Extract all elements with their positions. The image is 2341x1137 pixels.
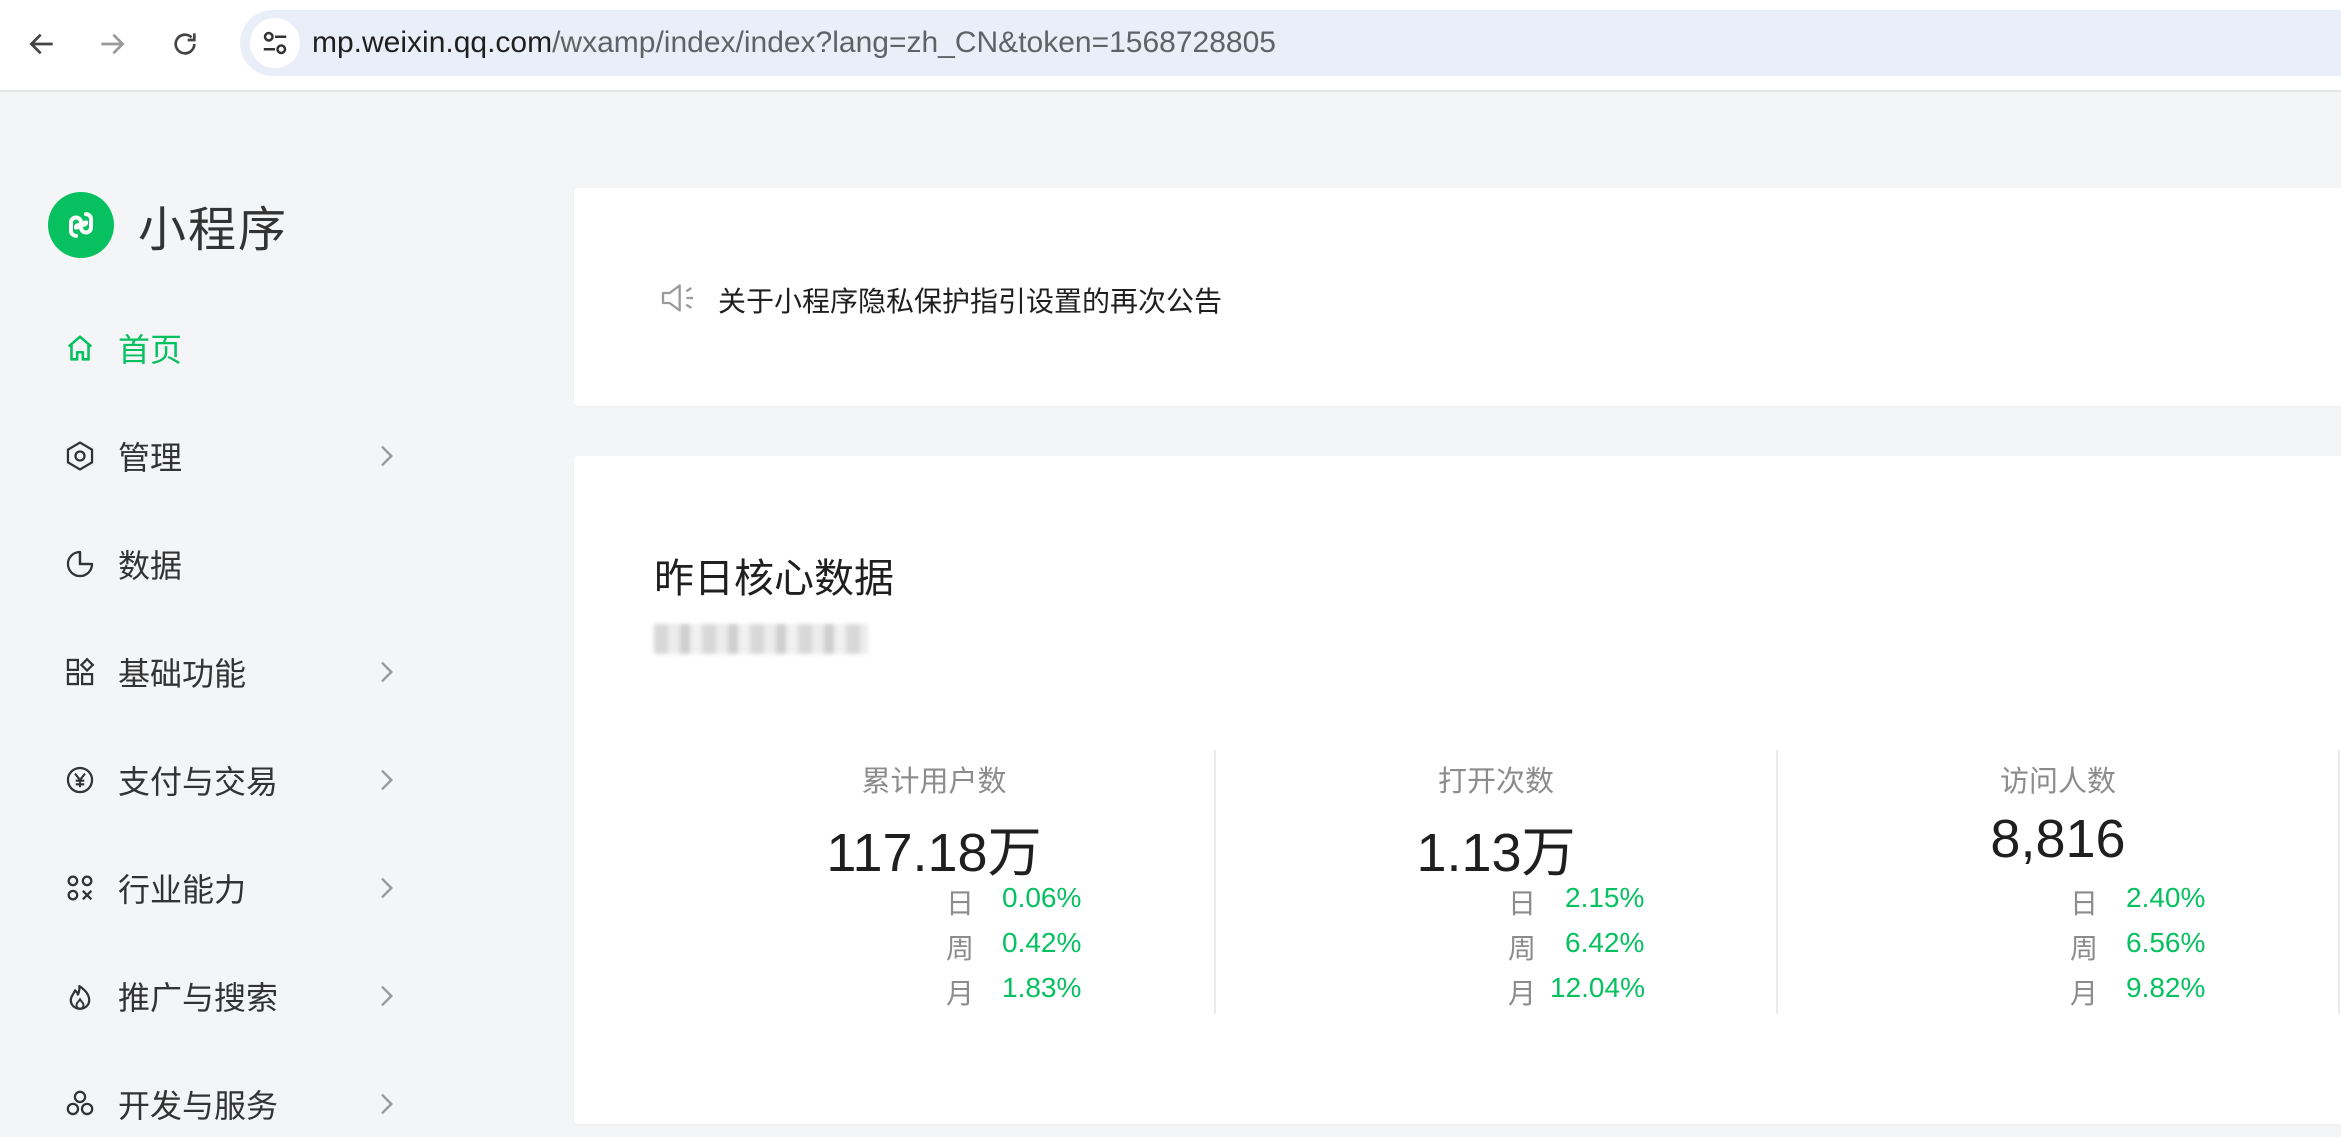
miniprogram-logo-icon	[48, 192, 114, 258]
sidebar-item-label: 开发与服务	[118, 1088, 279, 1124]
row-value: 12.04%	[1550, 972, 1645, 1003]
reload-button[interactable]	[163, 22, 207, 66]
clover-icon	[62, 1086, 98, 1122]
forward-button[interactable]	[90, 22, 134, 66]
row-label: 周	[2070, 933, 2099, 964]
nodes-icon	[62, 870, 98, 906]
row-value: 0.06%	[1002, 882, 1082, 913]
row-value: 9.82%	[2126, 972, 2206, 1003]
metric-row-day: 日 0.06%	[654, 882, 1214, 926]
brand[interactable]: 小程序	[48, 190, 288, 260]
arrow-right-icon	[101, 33, 125, 55]
reload-icon	[174, 33, 196, 55]
metric-row-day: 日 2.40%	[1778, 882, 2338, 926]
metric-row-week: 周 6.56%	[1778, 927, 2338, 971]
sidebar-item-label: 推广与搜索	[118, 980, 279, 1016]
site-info-button[interactable]	[250, 18, 300, 68]
browser-toolbar: mp.weixin.qq.com/wxamp/index/index?lang=…	[0, 0, 2341, 92]
row-label: 周	[946, 933, 975, 964]
flame-icon	[62, 978, 98, 1014]
tune-icon	[263, 31, 287, 55]
row-label: 月	[946, 978, 975, 1009]
url-host: mp.weixin.qq.com	[312, 26, 553, 59]
sidebar-item-industry[interactable]: 行业能力	[62, 858, 402, 918]
chevron-right-icon	[370, 764, 402, 796]
metric-total-users: 累计用户数 117.18万 日 0.06% 周 0.42% 月 1.83%	[654, 750, 1216, 1014]
metric-row-week: 周 0.42%	[654, 927, 1214, 971]
url-text[interactable]: mp.weixin.qq.com/wxamp/index/index?lang=…	[312, 26, 1276, 60]
sidebar-item-development[interactable]: 开发与服务	[62, 1074, 402, 1134]
row-label: 周	[1508, 933, 1537, 964]
notice-card: 关于小程序隐私保护指引设置的再次公告	[574, 188, 2341, 406]
row-label: 月	[1508, 978, 1537, 1009]
chevron-right-icon	[370, 656, 402, 688]
sidebar-item-promotion[interactable]: 推广与搜索	[62, 966, 402, 1026]
metric-value: 8,816	[1990, 809, 2126, 869]
metric-label: 累计用户数	[861, 766, 1007, 798]
chevron-right-icon	[370, 440, 402, 472]
row-label: 日	[2070, 888, 2099, 919]
metric-label: 打开次数	[1437, 766, 1554, 798]
metric-open-count: 打开次数 1.13万 日 2.15% 周 6.42% 月 12.04%	[1216, 750, 1778, 1014]
chevron-right-icon	[370, 872, 402, 904]
sidebar: 小程序 首页 管理 数据 基础功能 支付与交易 行业能力 推广与搜索 开发与服务	[0, 92, 560, 1137]
metric-row-month: 月 12.04%	[1216, 972, 1776, 1016]
sidebar-item-label: 管理	[118, 440, 183, 476]
section-title: 昨日核心数据	[654, 557, 894, 601]
sidebar-item-label: 行业能力	[118, 872, 247, 908]
row-value: 2.40%	[2126, 882, 2206, 913]
home-icon	[62, 330, 98, 366]
metric-value: 117.18万	[826, 823, 1042, 883]
sidebar-item-basic-features[interactable]: 基础功能	[62, 642, 402, 702]
brand-name: 小程序	[138, 204, 289, 257]
sidebar-item-manage[interactable]: 管理	[62, 426, 402, 486]
metric-row-week: 周 6.42%	[1216, 927, 1776, 971]
metric-value: 1.13万	[1416, 823, 1576, 883]
chevron-right-icon	[370, 980, 402, 1012]
row-value: 6.56%	[2126, 927, 2206, 958]
sidebar-item-label: 基础功能	[118, 656, 247, 692]
url-path: /wxamp/index/index?lang=zh_CN&token=1568…	[552, 26, 1276, 59]
metric-row-day: 日 2.15%	[1216, 882, 1776, 926]
sidebar-item-label: 首页	[118, 332, 183, 368]
row-label: 月	[2070, 978, 2099, 1009]
metric-row-month: 月 1.83%	[654, 972, 1214, 1016]
sidebar-item-home[interactable]: 首页	[62, 318, 402, 378]
core-data-card: 昨日核心数据 累计用户数 117.18万 日 0.06% 周 0.42% 月 1.83…	[574, 456, 2341, 1124]
sidebar-item-label: 支付与交易	[118, 764, 279, 800]
pie-chart-icon	[62, 546, 98, 582]
row-label: 日	[946, 888, 975, 919]
metric-row-month: 月 9.82%	[1778, 972, 2338, 1016]
row-label: 日	[1508, 888, 1537, 919]
sidebar-item-payment[interactable]: 支付与交易	[62, 750, 402, 810]
grid-apps-icon	[62, 654, 98, 690]
row-value: 0.42%	[1002, 927, 1082, 958]
yuan-icon	[62, 762, 98, 798]
speaker-icon	[658, 278, 698, 318]
row-value: 1.83%	[1002, 972, 1082, 1003]
back-button[interactable]	[20, 22, 64, 66]
sidebar-item-data[interactable]: 数据	[62, 534, 402, 594]
metric-visitors: 访问人数 8,816 日 2.40% 周 6.56% 月 9.82%	[1778, 750, 2340, 1014]
chevron-right-icon	[370, 1088, 402, 1120]
arrow-left-icon	[29, 33, 53, 55]
address-bar[interactable]: mp.weixin.qq.com/wxamp/index/index?lang=…	[240, 10, 2341, 76]
sidebar-item-label: 数据	[118, 548, 183, 584]
metric-label: 访问人数	[1999, 766, 2116, 798]
hexagon-settings-icon	[62, 438, 98, 474]
blurred-date	[654, 624, 868, 654]
notice-link[interactable]: 关于小程序隐私保护指引设置的再次公告	[718, 280, 1222, 320]
row-value: 6.42%	[1565, 927, 1645, 958]
row-value: 2.15%	[1565, 882, 1645, 913]
